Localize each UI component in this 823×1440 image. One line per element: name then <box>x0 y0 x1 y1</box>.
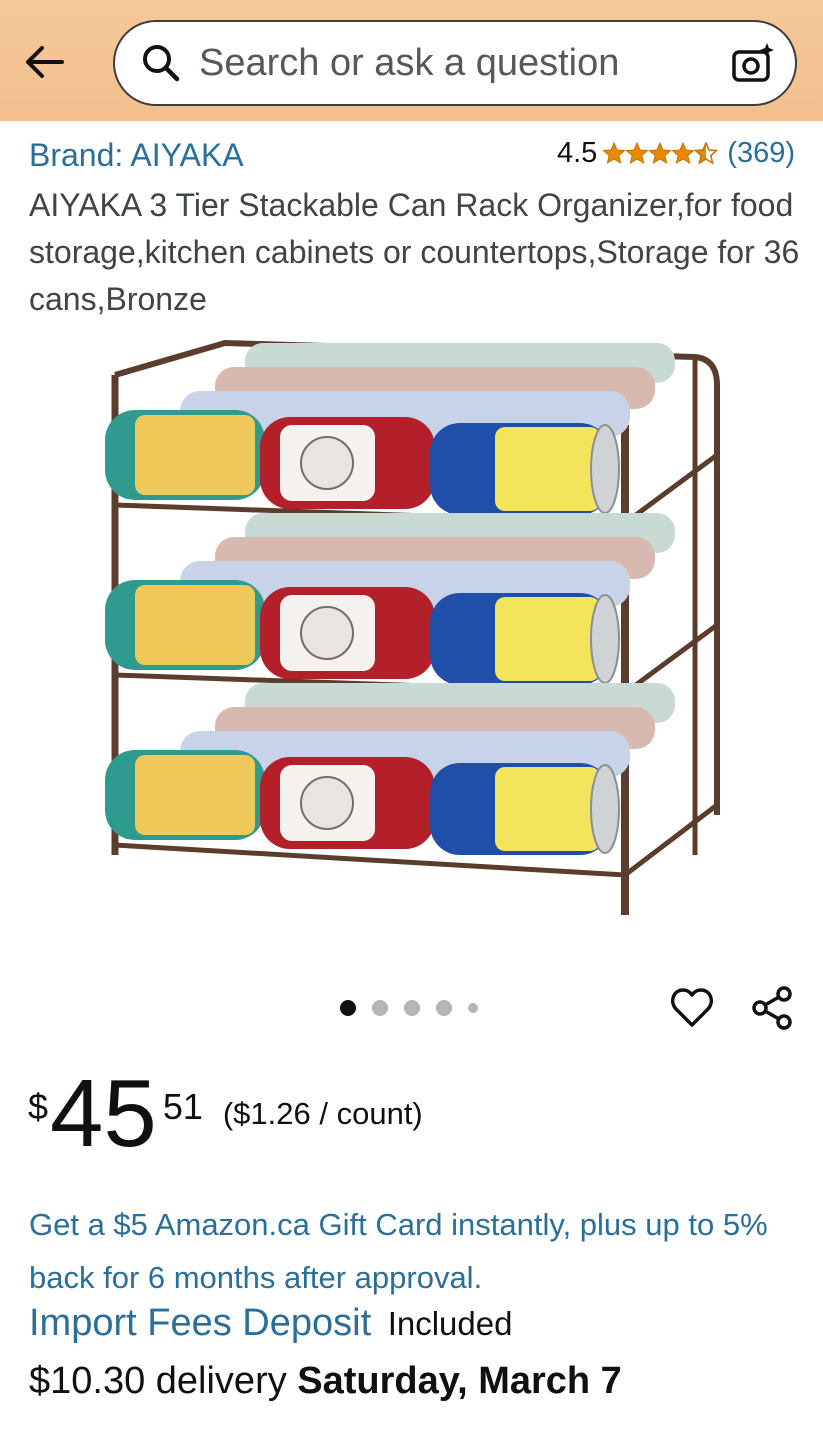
pagination-dot[interactable] <box>436 1000 452 1016</box>
product-image[interactable] <box>95 335 725 925</box>
search-icon <box>141 43 181 83</box>
delivery-info: $10.30 delivery Saturday, March 7 <box>29 1360 622 1403</box>
gift-card-promo-link[interactable]: Get a $5 Amazon.ca Gift Card instantly, … <box>29 1198 809 1304</box>
rating-count[interactable]: (369) <box>727 137 795 170</box>
camera-sparkle-icon[interactable] <box>731 42 775 86</box>
brand-link[interactable]: Brand: AIYAKA <box>29 137 244 174</box>
arrow-left-icon <box>26 46 64 78</box>
rating-summary[interactable]: 4.5 (369) <box>557 137 795 170</box>
unit-price: ($1.26 / count) <box>222 1096 423 1131</box>
delivery-date: Saturday, March 7 <box>297 1360 622 1402</box>
price: $ 45 51 ($1.26 / count) <box>28 1060 423 1167</box>
import-fees-status: Included <box>387 1305 513 1342</box>
product-title: AIYAKA 3 Tier Stackable Can Rack Organiz… <box>29 187 800 317</box>
pagination-dot[interactable] <box>468 1003 478 1013</box>
import-fees: Import Fees Deposit Included <box>29 1302 512 1345</box>
back-button[interactable] <box>20 38 68 86</box>
pagination-dot[interactable] <box>372 1000 388 1016</box>
search-input[interactable] <box>197 40 701 86</box>
rating-value: 4.5 <box>556 137 598 169</box>
price-fraction: 51 <box>162 1086 203 1127</box>
price-currency: $ <box>28 1086 49 1127</box>
image-pagination[interactable] <box>340 1000 494 1016</box>
import-fees-link[interactable]: Import Fees Deposit <box>29 1302 371 1344</box>
pagination-dot[interactable] <box>404 1000 420 1016</box>
heart-icon[interactable] <box>670 986 714 1030</box>
search-bar[interactable] <box>113 20 797 106</box>
price-whole: 45 <box>50 1060 157 1167</box>
pagination-dot-active[interactable] <box>340 1000 356 1016</box>
share-icon[interactable] <box>750 986 794 1030</box>
star-rating-icon <box>603 141 719 166</box>
app-header <box>0 0 823 121</box>
delivery-price: $10.30 delivery <box>29 1360 287 1402</box>
